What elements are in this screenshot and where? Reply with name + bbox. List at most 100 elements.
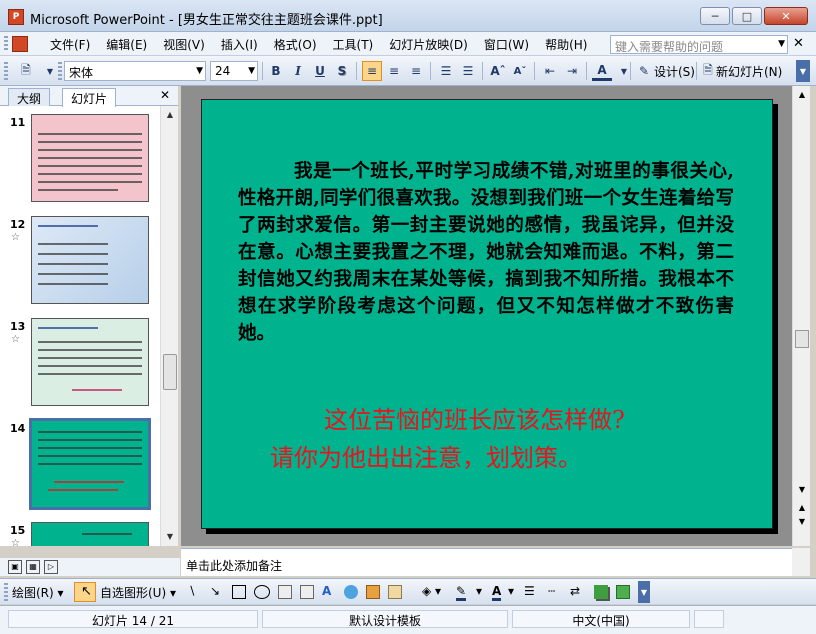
maximize-button[interactable]: □ bbox=[732, 7, 762, 25]
bullet-list-icon[interactable]: ☰ bbox=[458, 61, 478, 81]
slide-thumbnail-selected[interactable] bbox=[29, 418, 151, 510]
thumbnail-row[interactable]: 15 ☆ bbox=[0, 522, 160, 546]
increase-font-icon[interactable]: Aˆ bbox=[488, 61, 508, 81]
menu-tools[interactable]: 工具(T) bbox=[327, 36, 380, 53]
chevron-down-icon[interactable]: ▼ bbox=[248, 66, 255, 76]
slide-thumbnail[interactable] bbox=[31, 318, 149, 406]
slide-thumbnail[interactable] bbox=[31, 522, 149, 546]
chevron-down-icon[interactable]: ▾ bbox=[476, 584, 482, 598]
tab-slides[interactable]: 幻灯片 bbox=[62, 88, 117, 107]
3d-style-icon[interactable] bbox=[616, 585, 630, 599]
decrease-indent-icon[interactable]: ⇤ bbox=[540, 61, 560, 81]
select-objects-icon[interactable]: ↖ bbox=[74, 582, 96, 602]
slide-question-line-2[interactable]: 请你为他出出注意，划划策。 bbox=[270, 438, 582, 473]
powerpoint-app-icon[interactable]: P bbox=[8, 9, 24, 25]
font-color-icon[interactable]: A bbox=[492, 584, 502, 601]
italic-button[interactable]: I bbox=[288, 61, 308, 81]
decrease-font-icon[interactable]: Aˇ bbox=[510, 61, 530, 81]
chevron-down-icon[interactable]: ▼ bbox=[196, 66, 203, 76]
toolbar-overflow-icon[interactable]: ▼ bbox=[638, 581, 650, 603]
font-color-icon[interactable]: A bbox=[592, 61, 612, 81]
thumbnail-row[interactable]: 11 bbox=[0, 114, 160, 212]
menu-window[interactable]: 窗口(W) bbox=[478, 36, 535, 53]
chevron-down-icon[interactable]: ▼ bbox=[778, 39, 785, 49]
arrow-icon[interactable]: ↘ bbox=[210, 584, 220, 598]
new-document-icon[interactable]: 🗎 bbox=[16, 61, 36, 81]
scroll-up-icon[interactable]: ▲ bbox=[162, 107, 178, 123]
align-right-icon[interactable]: ≡ bbox=[406, 61, 426, 81]
next-slide-icon[interactable]: ▼ bbox=[794, 516, 810, 528]
chevron-down-icon[interactable]: ▾ bbox=[508, 584, 514, 598]
thumbnail-row[interactable]: 14 bbox=[0, 418, 160, 518]
shadow-style-icon[interactable] bbox=[594, 585, 608, 599]
help-search-input[interactable]: 键入需要帮助的问题 ▼ bbox=[610, 35, 788, 54]
thumbnail-row[interactable]: 13 ☆ bbox=[0, 318, 160, 416]
normal-view-icon[interactable]: ▣ bbox=[8, 560, 22, 574]
scroll-up-icon[interactable]: ▲ bbox=[794, 87, 810, 103]
toolbar-grip[interactable] bbox=[58, 62, 62, 80]
notes-pane[interactable]: 单击此处添加备注 bbox=[181, 548, 792, 576]
menu-slideshow[interactable]: 幻灯片放映(D) bbox=[383, 36, 474, 53]
slide-thumbnail[interactable] bbox=[31, 216, 149, 304]
menu-view[interactable]: 视图(V) bbox=[157, 36, 211, 53]
line-style-icon[interactable]: ☰ bbox=[524, 584, 535, 598]
align-center-icon[interactable]: ≡ bbox=[384, 61, 404, 81]
dash-style-icon[interactable]: ┄ bbox=[548, 584, 555, 598]
draw-menu-button[interactable]: 绘图(R) ▾ bbox=[12, 584, 64, 601]
increase-indent-icon[interactable]: ⇥ bbox=[562, 61, 582, 81]
bold-button[interactable]: B bbox=[266, 61, 286, 81]
menu-file[interactable]: 文件(F) bbox=[44, 36, 96, 53]
arrow-style-icon[interactable]: ⇄ bbox=[570, 584, 580, 598]
slide-sorter-icon[interactable]: ▦ bbox=[26, 560, 40, 574]
design-button[interactable]: 设计(S) bbox=[654, 63, 695, 80]
scroll-down-icon[interactable]: ▼ bbox=[794, 484, 810, 496]
font-size-select[interactable]: 24 ▼ bbox=[210, 61, 258, 81]
current-slide[interactable]: 我是一个班长,平时学习成绩不错,对班里的事很关心,性格开朗,同学们很喜欢我。没想… bbox=[201, 99, 773, 529]
menu-edit[interactable]: 编辑(E) bbox=[100, 36, 153, 53]
close-window-button[interactable]: ✕ bbox=[764, 7, 808, 25]
slideshow-view-icon[interactable]: ▷ bbox=[44, 560, 58, 574]
toolbar-options-icon[interactable]: ▼ bbox=[40, 61, 60, 81]
menu-format[interactable]: 格式(O) bbox=[268, 36, 323, 53]
tab-outline[interactable]: 大纲 bbox=[8, 88, 51, 106]
align-left-icon[interactable]: ≡ bbox=[362, 61, 382, 81]
toolbar-grip[interactable] bbox=[4, 583, 8, 601]
rectangle-icon[interactable] bbox=[232, 585, 246, 599]
wordart-icon[interactable]: A bbox=[322, 584, 331, 598]
line-icon[interactable]: ∖ bbox=[188, 584, 196, 598]
font-name-select[interactable]: 宋体 ▼ bbox=[64, 61, 206, 81]
new-slide-icon[interactable]: 🗎 bbox=[698, 61, 718, 81]
notes-scrollbar[interactable] bbox=[792, 548, 810, 576]
minimize-button[interactable]: ─ bbox=[700, 7, 730, 25]
line-color-icon[interactable]: ✎ bbox=[456, 584, 467, 601]
fill-color-icon[interactable]: ◈ ▾ bbox=[422, 584, 441, 598]
document-icon[interactable] bbox=[12, 36, 28, 52]
slide-scrollbar[interactable]: ▲ ▼ ▲ ▼ bbox=[792, 86, 810, 546]
close-document-icon[interactable]: ✕ bbox=[793, 36, 804, 51]
scroll-thumb[interactable] bbox=[163, 354, 177, 390]
slide-thumbnail[interactable] bbox=[31, 114, 149, 202]
new-slide-button[interactable]: 新幻灯片(N) bbox=[716, 63, 782, 80]
shadow-button[interactable]: S bbox=[332, 61, 352, 81]
scroll-down-icon[interactable]: ▼ bbox=[162, 529, 178, 545]
menu-help[interactable]: 帮助(H) bbox=[539, 36, 593, 53]
underline-button[interactable]: U bbox=[310, 61, 330, 81]
toolbar-grip[interactable] bbox=[4, 62, 8, 80]
scroll-thumb[interactable] bbox=[795, 330, 809, 348]
previous-slide-icon[interactable]: ▲ bbox=[794, 502, 810, 514]
oval-icon[interactable] bbox=[254, 585, 270, 599]
chevron-down-icon[interactable]: ▼ bbox=[614, 61, 634, 81]
vertical-textbox-icon[interactable] bbox=[300, 585, 314, 599]
menu-insert[interactable]: 插入(I) bbox=[215, 36, 264, 53]
close-panel-icon[interactable]: ✕ bbox=[160, 88, 170, 102]
toolbar-overflow-icon[interactable]: ▼ bbox=[796, 60, 810, 82]
diagram-icon[interactable] bbox=[344, 585, 358, 599]
slide-question-line-1[interactable]: 这位苦恼的班长应该怎样做? bbox=[324, 400, 625, 435]
slide-body-text[interactable]: 我是一个班长,平时学习成绩不错,对班里的事很关心,性格开朗,同学们很喜欢我。没想… bbox=[238, 158, 734, 347]
thumbnails-scrollbar[interactable]: ▲ ▼ bbox=[160, 106, 178, 546]
thumbnail-row[interactable]: 12 ☆ bbox=[0, 216, 160, 314]
numbered-list-icon[interactable]: ☰ bbox=[436, 61, 456, 81]
design-icon[interactable]: ✎ bbox=[634, 61, 654, 81]
autoshapes-menu-button[interactable]: 自选图形(U) ▾ bbox=[100, 584, 176, 601]
menu-grip[interactable] bbox=[4, 36, 8, 52]
